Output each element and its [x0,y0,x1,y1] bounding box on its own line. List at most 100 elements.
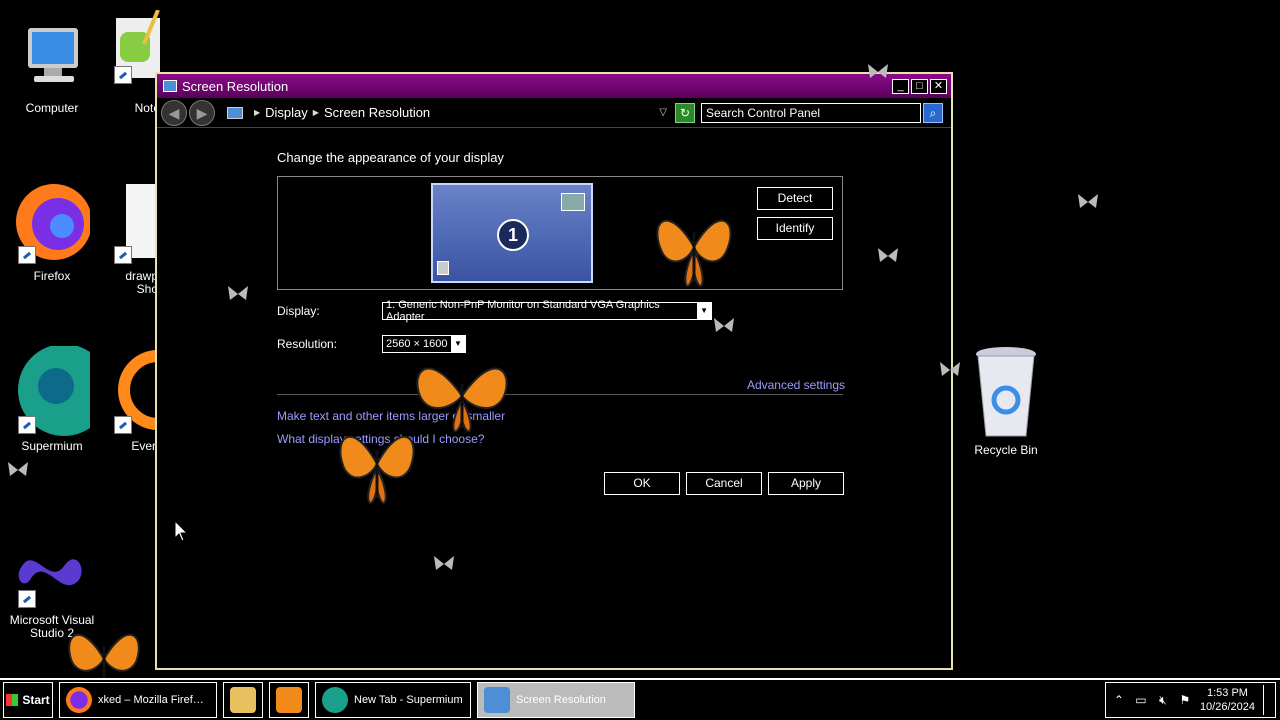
butterfly-icon [1078,194,1098,208]
desktop-icon-label: Supermium [21,439,83,453]
butterfly-icon [416,367,508,433]
resolution-select-value: 2560 × 1600 [386,338,448,350]
window-title: Screen Resolution [182,78,289,94]
desktop-icon-supermium[interactable]: Supermium [4,344,110,453]
desktop-icon-everything[interactable]: Ever [110,350,156,453]
chevron-up-icon[interactable]: ⌃ [1112,693,1126,707]
resolution-label: Resolution: [277,337,338,351]
action-center-flag-icon[interactable]: ⚑ [1178,693,1192,707]
computer-icon [14,22,90,98]
display-icon [484,687,510,713]
desktop-icon-firefox[interactable]: Firefox [4,178,100,283]
system-tray: ⌃ ▭ 🔇︎ ⚑ 1:53 PM 10/26/2024 [1104,682,1276,718]
shortcut-arrow-icon [18,590,36,608]
supermium-icon [14,344,110,436]
display-icon [163,80,177,92]
taskbar-item-label: Screen Resolution [516,694,606,706]
monitor-window-icon [561,193,585,211]
desktop-icon-computer[interactable]: Computer [4,22,100,115]
firefox-icon [14,178,92,266]
breadcrumb-chevron-icon: ▶ [254,108,261,117]
navigation-bar: ◀ ▶ ▶ Display ▶ Screen Resolution ▽ ↻ ⌕ [157,98,951,128]
taskbar-item-supermium[interactable]: New Tab - Supermium [315,682,471,718]
desktop-icon-label: Note [134,101,160,115]
apply-button[interactable]: Apply [768,472,844,495]
taskbar-item-explorer[interactable] [223,682,263,718]
butterfly-icon [656,219,732,287]
shortcut-arrow-icon [114,66,132,84]
desktop-icon-label: Computer [25,101,79,115]
clock[interactable]: 1:53 PM 10/26/2024 [1200,686,1255,714]
close-button[interactable]: ✕ [930,78,947,94]
clock-time: 1:53 PM [1206,687,1248,699]
monitor-number-badge: 1 [497,219,529,251]
breadcrumb-display[interactable]: Display [265,105,308,120]
search-input[interactable] [701,102,921,123]
content-area: Change the appearance of your display 1 … [277,150,845,495]
network-icon[interactable]: ▭ [1134,693,1148,707]
folder-icon [230,687,256,713]
forward-button[interactable]: ▶ [189,99,215,126]
clock-date: 10/26/2024 [1199,701,1255,713]
volume-muted-icon[interactable]: 🔇︎ [1156,693,1170,707]
advanced-settings-link[interactable]: Advanced settings [747,378,845,392]
taskbar: Start xked – Mozilla Firef… New Tab - Su… [0,678,1280,720]
desktop-icon-notepad[interactable]: Note [100,10,160,115]
start-label: Start [22,693,50,707]
monitor-panel: 1 Detect Identify [277,176,843,290]
butterfly-icon [940,362,960,376]
control-panel-icon [227,106,243,119]
taskbar-item-media-player[interactable] [269,682,309,718]
visual-studio-icon [14,540,90,610]
display-select[interactable]: 1. Generic Non-PnP Monitor on Standard V… [382,299,712,323]
minimize-button[interactable]: _ [892,78,909,94]
chevron-down-icon[interactable]: ▽ [659,107,667,118]
recycle-bin-icon [968,344,1044,440]
title-bar[interactable]: Screen Resolution _ □ ✕ [157,74,951,98]
desktop-icon-label: Firefox [33,269,71,283]
desktop-icon-label: Ever [131,439,156,453]
desktop: Computer Note Firefox drawp Sho Supermiu… [0,0,1280,720]
address-bar[interactable]: ▶ Display ▶ Screen Resolution ▽ [227,102,667,124]
mouse-cursor-icon [174,520,188,542]
monitor-thumbnail[interactable]: 1 [431,183,593,283]
start-button[interactable]: Start [3,682,53,718]
back-button[interactable]: ◀ [161,99,187,126]
screen-resolution-window: Screen Resolution _ □ ✕ ◀ ▶ ▶ Display ▶ … [155,72,953,670]
windows-logo-icon [6,694,19,706]
butterfly-icon [714,318,734,332]
butterfly-icon [228,286,248,300]
taskbar-item-firefox[interactable]: xked – Mozilla Firef… [59,682,217,718]
shortcut-arrow-icon [114,416,132,434]
divider [277,394,843,395]
butterfly-icon [868,64,888,78]
maximize-button[interactable]: □ [911,78,928,94]
drawpile-icon [110,182,158,266]
butterfly-icon [878,248,898,262]
identify-button[interactable]: Identify [757,217,833,240]
desktop-icon-label: drawp Sho [125,269,158,296]
search-icon[interactable]: ⌕ [923,102,943,123]
page-heading: Change the appearance of your display [277,150,504,165]
chevron-down-icon: ▼ [697,303,711,319]
firefox-icon [66,687,92,713]
taskbar-item-screen-resolution[interactable]: Screen Resolution [477,682,635,718]
breadcrumb-screen-resolution[interactable]: Screen Resolution [324,105,430,120]
display-row: Display: 1. Generic Non-PnP Monitor on S… [277,299,712,323]
desktop-icon-drawpile[interactable]: drawp Sho [110,182,158,296]
butterfly-icon [8,462,28,476]
cancel-button[interactable]: Cancel [686,472,762,495]
display-select-value: 1. Generic Non-PnP Monitor on Standard V… [386,299,660,323]
media-player-icon [276,687,302,713]
detect-button[interactable]: Detect [757,187,833,210]
supermium-icon [322,687,348,713]
desktop-icon-recycle-bin[interactable]: Recycle Bin [958,344,1054,457]
desktop-icon-label: Recycle Bin [974,443,1038,457]
refresh-button[interactable]: ↻ [675,102,695,123]
ok-button[interactable]: OK [604,472,680,495]
shortcut-arrow-icon [114,246,132,264]
monitor-window-icon [437,261,449,275]
taskbar-item-label: New Tab - Supermium [354,694,463,706]
show-desktop-button[interactable] [1263,685,1269,715]
display-label: Display: [277,304,320,318]
